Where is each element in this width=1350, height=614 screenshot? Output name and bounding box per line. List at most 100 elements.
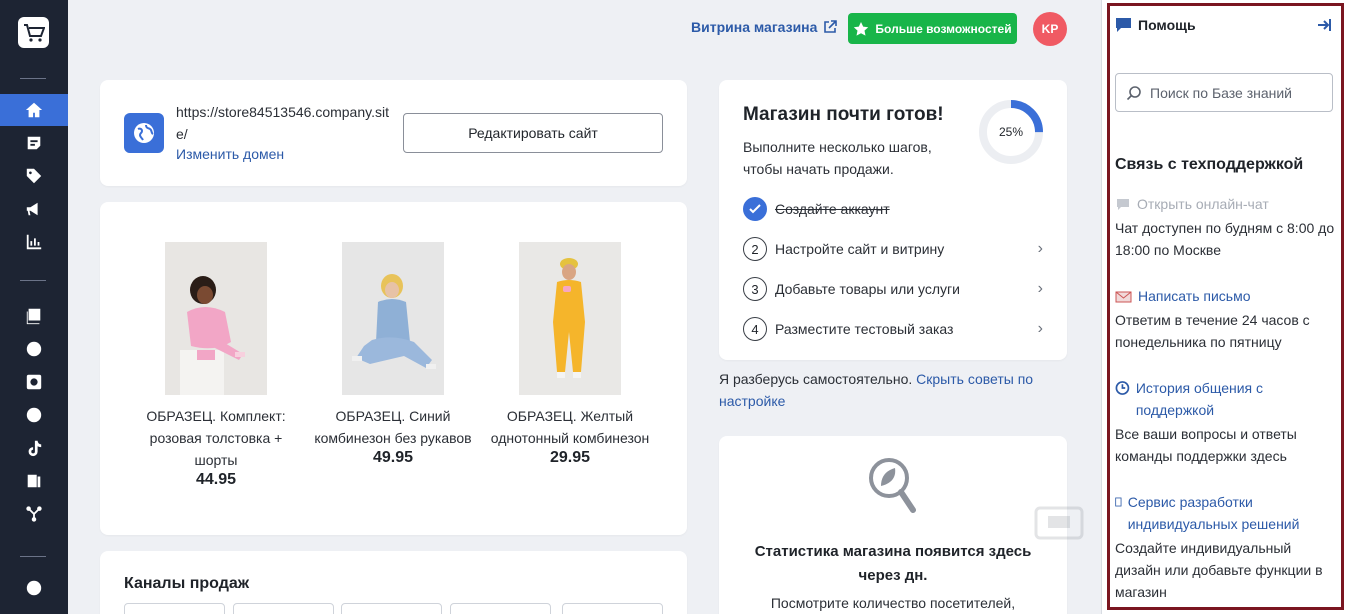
storefront-link[interactable]: Витрина магазина [691,19,838,35]
rail-divider [20,78,46,79]
sales-channels-card: Каналы продаж [100,551,687,614]
rail-divider [20,556,46,557]
stats-title: Статистика магазина появится здесь через… [754,543,1032,584]
progress-percent: 25% [998,125,1024,139]
external-link-icon [824,20,838,33]
products-card: ОБРАЗЕЦ. Комплект: розовая толстовка + ш… [100,202,687,535]
product-card[interactable]: ОБРАЗЕЦ. Комплект: розовая толстовка + ш… [131,242,301,489]
setup-step[interactable]: 2 Настройте сайт и витрину › [743,237,1043,261]
store-logo-icon[interactable] [18,17,49,48]
rail-palette-icon[interactable] [0,572,68,604]
placeholder-icon [1115,497,1122,507]
watermark-logo-icon [1034,506,1084,540]
support-section-title: Связь с техподдержкой [1115,156,1304,173]
rail-megaphone-icon[interactable] [0,193,68,225]
mail-icon [1115,291,1132,303]
write-email-label: Написать письмо [1138,288,1251,304]
rail-divider [20,280,46,281]
close-panel-icon[interactable] [1316,17,1332,38]
email-response-text: Ответим в течение 24 часов с понедельник… [1115,312,1310,350]
self-setup-note: Я разберусь самостоятельно. Скрыть совет… [719,368,1049,412]
rail-integrations-icon[interactable] [0,498,68,530]
self-setup-text: Я разберусь самостоятельно. [719,371,913,387]
stats-card: Статистика магазина появится здесь через… [719,436,1067,614]
search-placeholder: Поиск по Базе знаний [1150,84,1293,101]
setup-step[interactable]: 3 Добавьте товары или услуги › [743,277,1043,301]
chevron-right-icon: › [1037,320,1043,337]
magnifier-leaf-icon [869,458,916,513]
channel-tile[interactable] [341,603,442,614]
chat-icon [1117,199,1129,210]
more-features-button[interactable]: Больше возможностей [848,13,1017,44]
product-price: 49.95 [372,449,414,466]
product-name[interactable]: ОБРАЗЕЦ. Синий комбинезон без рукавов [308,405,478,449]
write-email-link[interactable]: Написать письмо [1115,285,1330,307]
rail-tiktok-icon[interactable] [0,432,68,464]
rail-home-icon[interactable] [0,94,68,126]
custom-dev-text: Создайте индивидуальный дизайн или добав… [1115,540,1323,600]
chat-hours-text: Чат доступен по будням с 8:00 до 18:00 п… [1115,220,1335,258]
globe-icon [124,113,164,153]
product-card[interactable]: ОБРАЗЕЦ. Синий комбинезон без рукавов 49… [308,242,478,467]
setup-step-label: Настройте сайт и витрину [775,241,945,257]
watermark [1034,506,1084,546]
stats-subtitle: Посмотрите количество посетителей, [770,595,1016,611]
rail-catalog-icon[interactable] [0,300,68,332]
support-history-link[interactable]: История общения с поддержкой [1115,377,1330,421]
sales-channels-title: Каналы продаж [124,575,250,592]
channel-tile[interactable] [562,603,663,614]
chevron-right-icon: › [1037,280,1043,297]
left-rail [0,0,68,614]
setup-step-label: Разместите тестовый заказ [775,321,954,337]
setup-step[interactable]: 4 Разместите тестовый заказ › [743,317,1043,341]
custom-dev-label: Сервис разработки индивидуальных решений [1127,494,1300,532]
storefront-link-label: Витрина магазина [691,19,818,35]
setup-step[interactable]: Создайте аккаунт [743,197,1043,221]
setup-step-number: 4 [743,317,767,341]
product-image-blue[interactable] [342,242,444,395]
site-url: https://store84513546.company.site/ [176,104,389,142]
rail-chart-icon[interactable] [0,226,68,258]
product-image-pink[interactable] [165,242,267,395]
product-card[interactable]: ОБРАЗЕЦ. Желтый однотонный комбинезон 29… [485,242,655,467]
search-icon [1126,85,1141,100]
setup-subtitle: Выполните несколько шагов, чтобы начать … [743,139,932,177]
custom-dev-link[interactable]: Сервис разработки индивидуальных решений [1115,491,1330,535]
open-chat-link[interactable]: Открыть онлайн-чат [1115,193,1330,215]
setup-step-number: 2 [743,237,767,261]
edit-site-button[interactable]: Редактировать сайт [403,113,663,153]
setup-title: Магазин почти готов! [743,104,944,125]
help-header: Помощь [1115,17,1196,33]
knowledge-search-input[interactable]: Поиск по Базе знаний [1115,73,1333,112]
chat-bubble-icon [1116,18,1131,32]
more-features-label: Больше возможностей [875,21,1012,36]
product-name[interactable]: ОБРАЗЕЦ. Желтый однотонный комбинезон [485,405,655,449]
open-chat-label: Открыть онлайн-чат [1137,196,1269,212]
product-name[interactable]: ОБРАЗЕЦ. Комплект: розовая толстовка + ш… [131,405,301,471]
rail-globe-icon[interactable] [0,333,68,365]
setup-progress-card: Магазин почти готов! Выполните несколько… [719,80,1067,360]
rail-facebook-icon[interactable] [0,399,68,431]
help-title: Помощь [1138,17,1196,33]
product-price: 44.95 [195,471,237,488]
support-history-label: История общения с поддержкой [1135,380,1263,418]
checkmark-icon [743,197,767,221]
rail-tag-icon[interactable] [0,160,68,192]
product-price: 29.95 [549,449,591,466]
star-icon [854,21,869,36]
channel-tile[interactable] [124,603,225,614]
chevron-right-icon: › [1037,240,1043,257]
user-avatar[interactable]: KP [1033,12,1067,46]
setup-step-number: 3 [743,277,767,301]
channel-tile[interactable] [450,603,551,614]
setup-step-label: Создайте аккаунт [775,201,890,217]
clock-icon [1115,381,1130,395]
rail-orders-icon[interactable] [0,127,68,159]
support-history-text: Все ваши вопросы и ответы команды поддер… [1115,426,1297,464]
change-domain-link[interactable]: Изменить домен [176,146,284,162]
rail-pages-icon[interactable] [0,465,68,497]
channel-tile[interactable] [233,603,334,614]
product-image-yellow[interactable] [519,242,621,395]
rail-instagram-icon[interactable] [0,366,68,398]
site-card: https://store84513546.company.site/ Изме… [100,80,687,186]
